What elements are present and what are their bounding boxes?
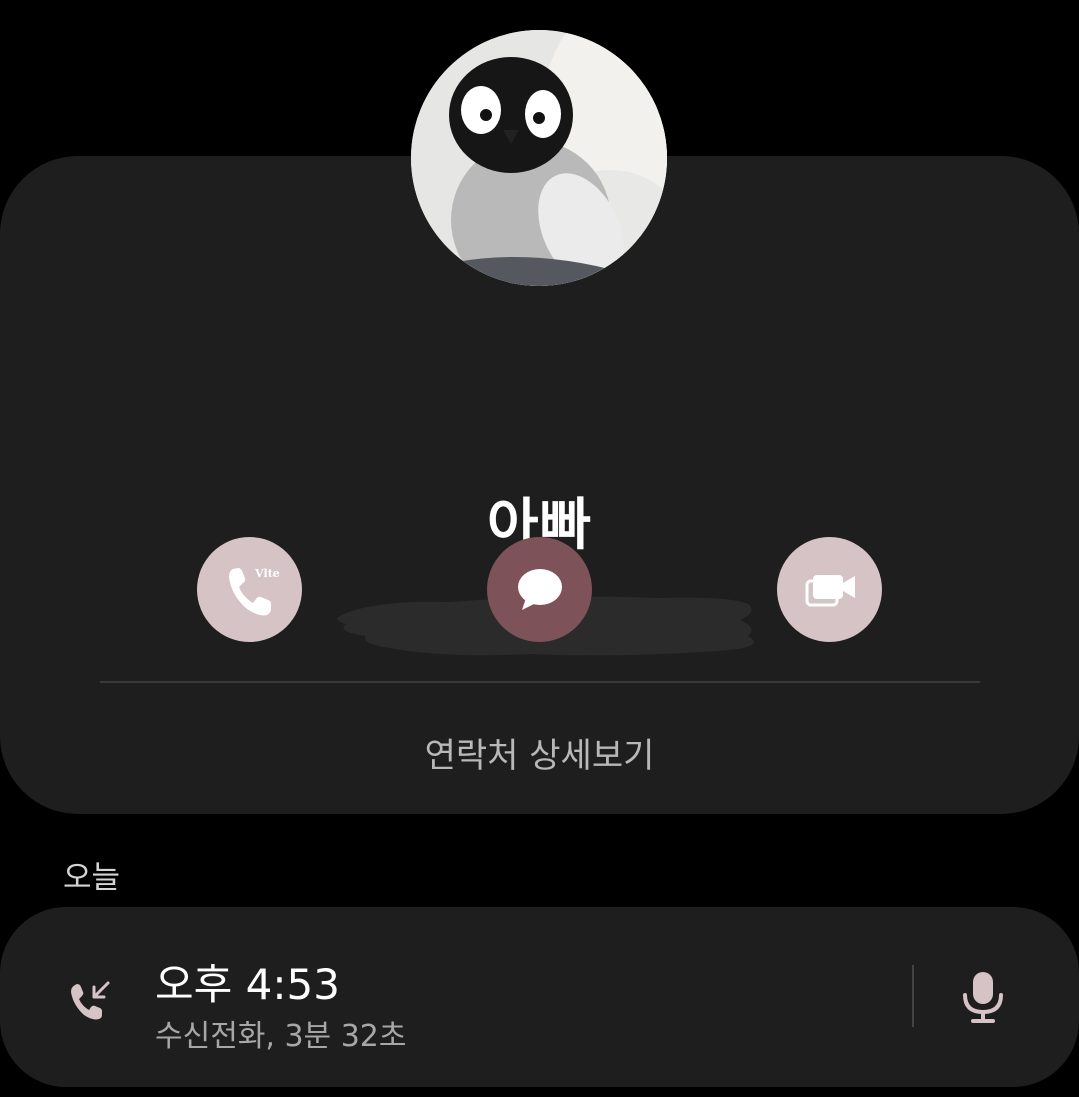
contact-avatar[interactable] — [411, 30, 667, 286]
call-detail: 수신전화, 3분 32초 — [155, 1019, 407, 1054]
chat-bubble-icon — [517, 568, 562, 610]
message-button[interactable] — [487, 537, 592, 642]
contact-details-link[interactable]: 연락처 상세보기 — [0, 728, 1079, 777]
section-header-today: 오늘 — [63, 860, 121, 896]
call-time: 오후 4:53 — [155, 960, 340, 1009]
voice-call-button[interactable]: Vlte — [197, 537, 302, 642]
card-divider — [100, 681, 980, 683]
incoming-call-icon — [71, 981, 110, 1020]
video-call-button[interactable] — [777, 537, 882, 642]
phone-volte-icon: Vlte — [228, 567, 280, 615]
voice-recording-icon[interactable] — [960, 969, 1006, 1025]
video-call-icon — [805, 574, 855, 606]
call-log-entry[interactable]: 오후 4:53 수신전화, 3분 32초 — [0, 907, 1079, 1087]
log-divider — [912, 965, 914, 1027]
volte-badge: Vlte — [254, 567, 280, 580]
